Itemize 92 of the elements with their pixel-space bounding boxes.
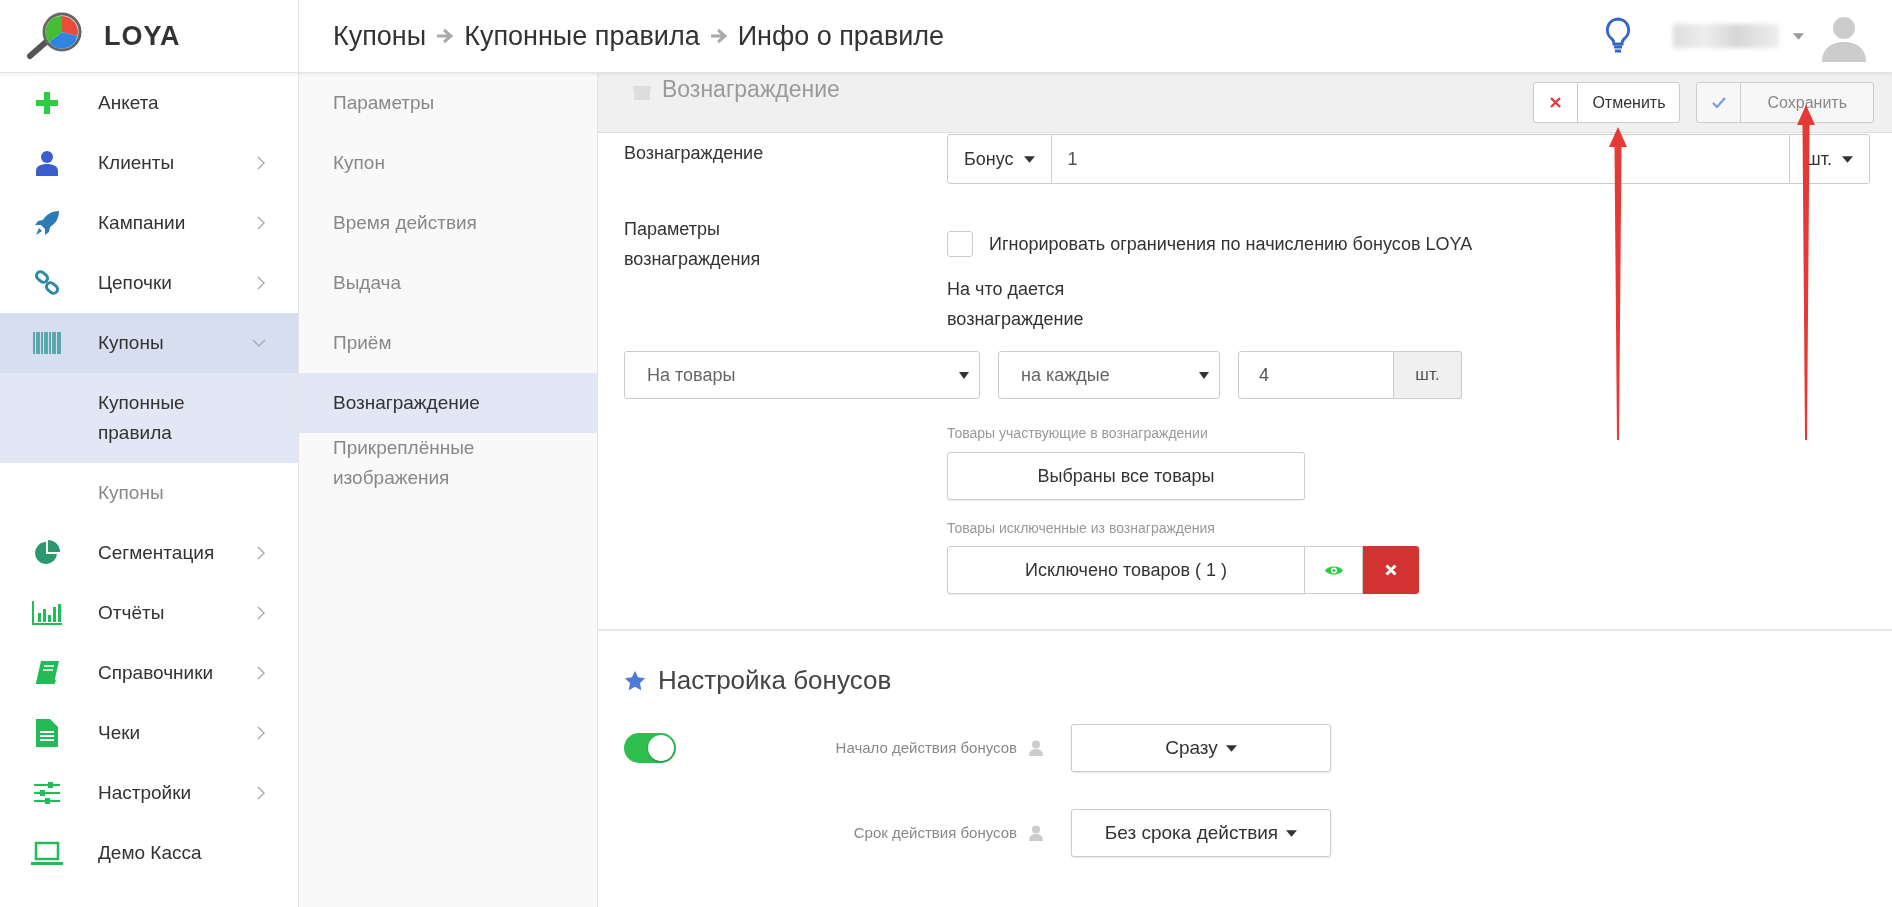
menu-label: Купоны: [98, 330, 165, 355]
field-label: Начало действия бонусов: [835, 737, 1017, 758]
delete-button[interactable]: [1363, 546, 1419, 594]
cancel-button[interactable]: Отменить: [1533, 82, 1681, 123]
caret-icon: [1023, 155, 1035, 163]
barcode-icon: [33, 332, 61, 354]
star-icon: [624, 669, 646, 692]
toggle-switch[interactable]: [624, 733, 676, 763]
close-icon: [1550, 97, 1562, 108]
chevron-right-icon: [257, 276, 266, 290]
chevron-right-icon: [257, 216, 266, 230]
breadcrumb-link[interactable]: Купоны: [333, 15, 427, 57]
sidebar-item[interactable]: Справочники: [0, 643, 298, 703]
person-icon: [1029, 740, 1043, 756]
menu-label: Цепочки: [98, 270, 173, 295]
sliders-icon: [33, 781, 61, 805]
section-title: Вознаграждение: [662, 75, 840, 105]
bar-chart-icon: [32, 601, 62, 625]
view-button[interactable]: [1305, 546, 1363, 594]
caret-icon: [1793, 32, 1804, 40]
checkbox[interactable]: [947, 231, 973, 257]
blurred-username[interactable]: [1673, 24, 1779, 48]
caret-icon: [1199, 371, 1209, 379]
sidebar-item[interactable]: Цепочки: [0, 253, 298, 313]
dropdown-button[interactable]: Сразу: [1071, 724, 1331, 772]
submenu-item[interactable]: Купонные правила: [0, 373, 298, 463]
submenu-item[interactable]: Купоны: [0, 463, 298, 523]
book-icon: [34, 660, 60, 686]
section-tab[interactable]: Вознаграждение: [299, 373, 597, 433]
menu-label: Настройки: [98, 780, 193, 805]
sidebar-item[interactable]: Анкета: [0, 73, 298, 133]
sidebar-item[interactable]: Чеки: [0, 703, 298, 763]
chevron-right-icon: [257, 156, 266, 170]
rocket-icon: [34, 210, 60, 236]
arrow-icon: [436, 28, 455, 44]
section-heading: Настройка бонусов: [658, 664, 892, 697]
sidebar-item[interactable]: Демо Касса: [0, 823, 298, 883]
check-icon: [1712, 97, 1726, 108]
pie-chart-icon: [34, 540, 60, 566]
amount-field[interactable]: 1: [1051, 134, 1790, 184]
caret-icon: [1225, 744, 1237, 752]
hint-text: Товары исключенные из вознаграждения: [947, 519, 1216, 538]
field-label: Срок действия бонусов: [853, 822, 1017, 843]
chevron-right-icon: [257, 786, 266, 800]
hint-text: Товары участвующие в вознаграждении: [947, 424, 1209, 443]
menu-label: Клиенты: [98, 150, 176, 175]
lightbulb-icon: [1605, 17, 1631, 55]
unit-addon: шт.: [1394, 351, 1462, 399]
select-products-button[interactable]: Выбраны все товары: [947, 452, 1305, 500]
chevron-right-icon: [257, 606, 266, 620]
chevron-right-icon: [257, 546, 266, 560]
dropdown-button[interactable]: Без срока действия: [1071, 809, 1331, 857]
select-field[interactable]: На товары: [624, 351, 980, 399]
select-field[interactable]: на каждые: [998, 351, 1220, 399]
logo-text: LOYA: [104, 19, 181, 53]
sidebar-item[interactable]: Кампании: [0, 193, 298, 253]
menu-label: Кампании: [98, 210, 187, 235]
breadcrumb-link[interactable]: Купонные правила: [464, 15, 700, 57]
sidebar-item[interactable]: Настройки: [0, 763, 298, 823]
menu-label: Отчёты: [98, 600, 166, 625]
arrow-icon: [709, 28, 728, 44]
menu-label: Сегментация: [98, 540, 216, 565]
field-label: На что дается вознаграждение: [947, 278, 1085, 331]
menu-label: Демо Касса: [98, 840, 203, 865]
chevron-right-icon: [257, 666, 266, 680]
field-label: Вознаграждение: [624, 142, 765, 165]
eye-icon: [1323, 563, 1344, 577]
user-icon: [35, 150, 59, 176]
menu-label: Чеки: [98, 720, 142, 745]
excluded-products-button[interactable]: Исключено товаров ( 1 ): [947, 546, 1305, 594]
reward-type-dropdown[interactable]: Бонус: [947, 134, 1052, 184]
caret-icon: [1842, 155, 1853, 163]
chevron-right-icon: [257, 726, 266, 740]
breadcrumb-current: Инфо о правиле: [737, 19, 945, 53]
laptop-icon: [31, 841, 63, 865]
chain-link-icon: [34, 270, 60, 296]
sidebar-item[interactable]: Отчёты: [0, 583, 298, 643]
chevron-down-icon: [252, 338, 266, 348]
caret-icon: [1286, 829, 1298, 837]
field-label: Параметры вознаграждения: [624, 218, 762, 271]
document-icon: [36, 719, 58, 747]
caret-icon: [959, 371, 969, 379]
count-field[interactable]: 4: [1238, 351, 1394, 399]
plus-icon: [35, 91, 59, 115]
sidebar-item[interactable]: Купоны: [0, 313, 298, 373]
menu-label: Анкета: [98, 90, 160, 115]
menu-label: Справочники: [98, 660, 215, 685]
close-icon: [1385, 564, 1397, 576]
person-icon: [1029, 825, 1043, 841]
checkbox-label: Игнорировать ограничения по начислению бонусов LOYA: [989, 232, 1473, 256]
sidebar-item[interactable]: Клиенты: [0, 133, 298, 193]
sidebar-item[interactable]: Сегментация: [0, 523, 298, 583]
